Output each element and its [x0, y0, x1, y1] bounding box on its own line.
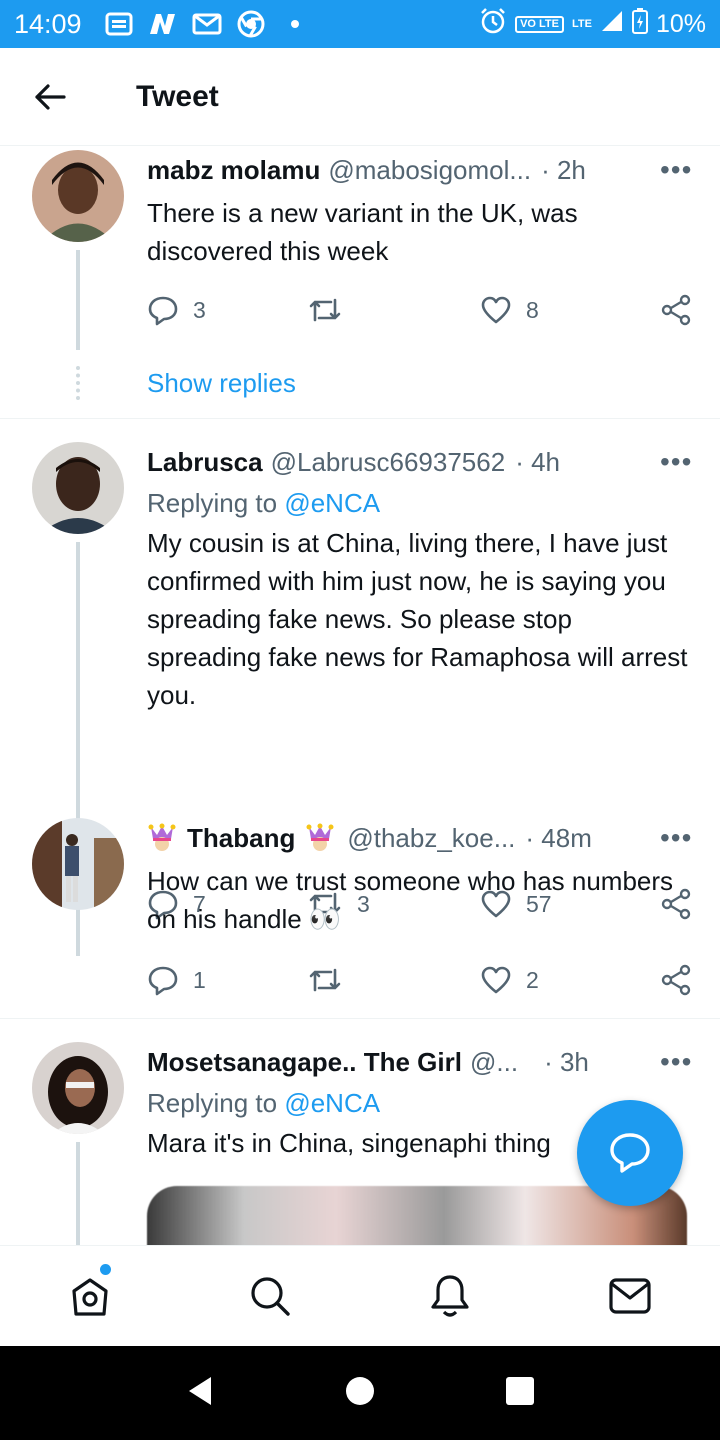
like-button[interactable]: 8	[480, 295, 539, 325]
network-type: LTE	[571, 18, 592, 30]
reply-icon	[148, 966, 178, 996]
nav-home[interactable]	[0, 1246, 180, 1346]
like-button[interactable]: 2	[480, 965, 539, 995]
reply-icon	[148, 296, 178, 326]
app-bar: Tweet	[0, 48, 720, 146]
jester-emoji-icon	[147, 823, 177, 853]
home-circle-icon	[346, 1376, 374, 1405]
home-icon	[72, 1278, 108, 1316]
battery-percent: 10%	[655, 9, 706, 38]
tweet-feed[interactable]: mabz molamu @mabosigomol... · 2h ••• The…	[0, 146, 720, 1245]
show-replies-link[interactable]: Show replies	[147, 368, 296, 399]
like-count: 2	[526, 966, 539, 993]
retweet-button[interactable]	[307, 964, 343, 996]
recents-square-icon	[506, 1376, 534, 1405]
thread-dots	[76, 366, 80, 400]
divider	[0, 1018, 720, 1019]
tweet-time: · 4h	[515, 446, 560, 477]
system-home-button[interactable]	[345, 1376, 375, 1411]
like-count: 8	[526, 296, 539, 323]
battery-icon	[631, 7, 648, 41]
system-navigation	[0, 1346, 720, 1440]
author-handle[interactable]: @thabz_koe...	[347, 823, 515, 854]
signal-icon	[600, 9, 624, 40]
more-notifications-dot-icon	[280, 11, 310, 37]
retweet-button[interactable]	[307, 294, 343, 326]
back-button[interactable]	[0, 48, 100, 146]
tweet-time: · 48m	[525, 822, 592, 853]
tweet-time: · 2h	[541, 154, 586, 185]
reply-bubble-icon	[610, 1133, 650, 1173]
system-back-button[interactable]	[185, 1375, 215, 1412]
mail-icon	[192, 11, 222, 37]
nav-notifications[interactable]	[360, 1246, 540, 1346]
thread-line	[76, 250, 80, 350]
chrome-icon	[236, 10, 266, 38]
more-options-button[interactable]: •••	[660, 1048, 691, 1076]
status-time: 14:09	[14, 8, 82, 39]
page-title: Tweet	[136, 79, 219, 113]
replying-to-label: Replying to	[147, 488, 278, 518]
reply-count: 1	[193, 966, 206, 993]
jester-emoji-icon	[305, 823, 335, 853]
reply-button[interactable]: 1	[147, 964, 206, 996]
back-triangle-icon	[189, 1376, 211, 1405]
author-name[interactable]: mabz molamu	[147, 155, 320, 186]
author-name[interactable]: Labrusca	[147, 447, 263, 478]
retweet-icon	[309, 298, 341, 322]
search-icon	[251, 1277, 290, 1316]
share-button[interactable]	[660, 964, 692, 996]
mention-link[interactable]: @eNCA	[284, 1088, 380, 1118]
retweet-icon	[309, 968, 341, 992]
avatar[interactable]	[32, 818, 124, 910]
compose-reply-button[interactable]	[577, 1100, 683, 1206]
avatar[interactable]	[32, 442, 124, 534]
bottom-navigation	[0, 1245, 720, 1346]
share-button[interactable]	[660, 294, 692, 326]
notification-app-icon	[104, 11, 134, 37]
back-arrow-icon	[35, 83, 66, 110]
avatar[interactable]	[32, 1042, 124, 1134]
divider	[0, 418, 720, 419]
status-bar: 14:09 VO LTE LTE 10%	[0, 0, 720, 48]
author-handle[interactable]: @mabosigomol...	[328, 155, 531, 186]
share-icon	[661, 294, 691, 326]
tweet-text: There is a new variant in the UK, was di…	[147, 198, 578, 266]
heart-icon	[481, 966, 511, 994]
heart-icon	[481, 296, 511, 324]
replying-to: Replying to @eNCA	[147, 486, 690, 520]
home-notification-dot	[100, 1264, 111, 1275]
volte-badge: VO LTE	[515, 15, 564, 33]
author-name[interactable]: Mosetsanagape.. The Girl	[147, 1047, 462, 1078]
author-handle[interactable]: @Labrusc66937562	[271, 447, 506, 478]
system-recents-button[interactable]	[505, 1376, 535, 1411]
avatar[interactable]	[32, 150, 124, 242]
more-options-button[interactable]: •••	[660, 448, 691, 476]
mention-link[interactable]: @eNCA	[284, 488, 380, 518]
replying-to-label: Replying to	[147, 1088, 278, 1118]
nav-search[interactable]	[180, 1246, 360, 1346]
bell-icon	[431, 1275, 469, 1317]
alarm-icon	[479, 7, 507, 42]
reply-count: 3	[193, 296, 206, 323]
tweet-text: How can we trust someone who has numbers…	[147, 866, 674, 934]
thread-line	[76, 1142, 80, 1245]
share-icon	[661, 964, 691, 996]
news-app-icon	[148, 11, 178, 37]
nav-messages[interactable]	[540, 1246, 720, 1346]
more-options-button[interactable]: •••	[660, 824, 691, 852]
tweet-time: · 3h	[544, 1046, 589, 1077]
author-name[interactable]: Thabang	[187, 823, 295, 854]
more-options-button[interactable]: •••	[660, 156, 691, 184]
mail-icon	[609, 1278, 651, 1314]
author-handle[interactable]: @...	[470, 1047, 518, 1078]
tweet-text: My cousin is at China, living there, I h…	[147, 528, 688, 710]
reply-button[interactable]: 3	[147, 294, 206, 326]
